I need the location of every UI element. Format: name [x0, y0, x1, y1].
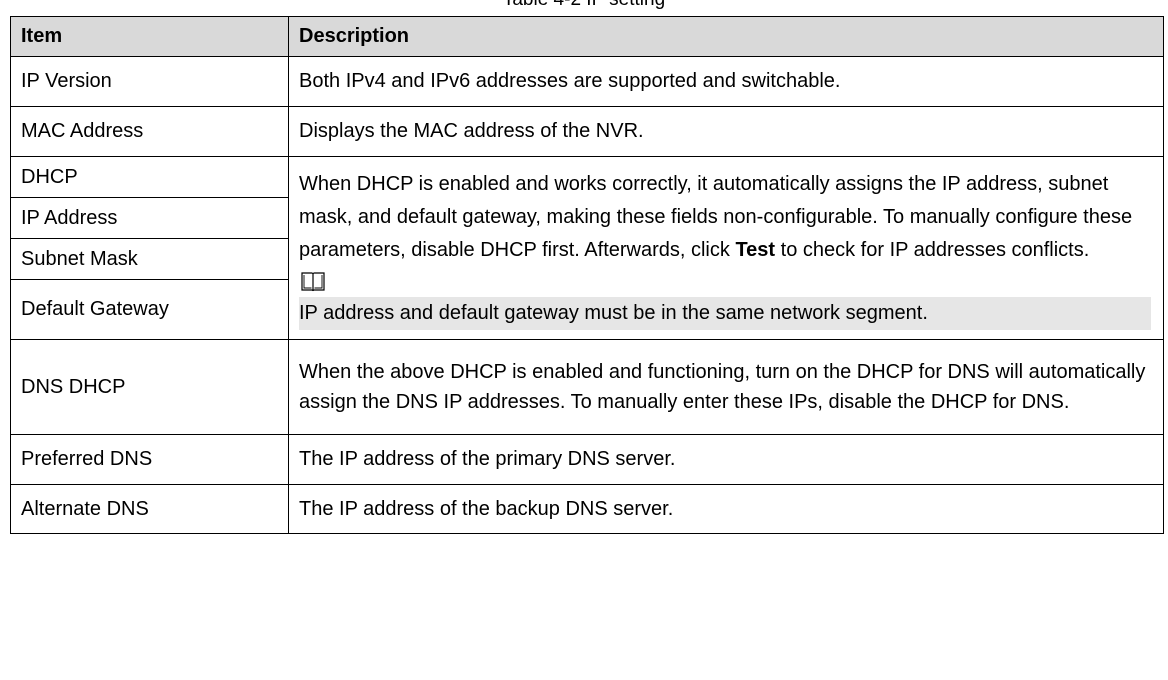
table-row: Alternate DNS The IP address of the back…: [10, 484, 1164, 534]
merged-description-cell: When DHCP is enabled and works correctly…: [288, 156, 1164, 340]
description-text-end: to check for IP addresses conflicts.: [775, 239, 1090, 261]
description-cell: When the above DHCP is enabled and funct…: [288, 339, 1164, 435]
table-header-row: Item Description: [10, 16, 1164, 57]
table-row: MAC Address Displays the MAC address of …: [10, 106, 1164, 157]
header-item: Item: [10, 16, 289, 57]
description-cell: The IP address of the backup DNS server.: [288, 484, 1164, 534]
item-cell: DNS DHCP: [10, 339, 289, 435]
item-cell: IP Version: [10, 56, 289, 107]
header-description: Description: [288, 16, 1164, 57]
item-cell: Alternate DNS: [10, 484, 289, 534]
table-row: Preferred DNS The IP address of the prim…: [10, 434, 1164, 485]
description-cell: Displays the MAC address of the NVR.: [288, 106, 1164, 157]
item-cell: Preferred DNS: [10, 434, 289, 485]
note-book-icon: [301, 272, 325, 292]
test-keyword: Test: [735, 239, 776, 261]
table-row: IP Version Both IPv4 and IPv6 addresses …: [10, 56, 1164, 107]
item-cell: MAC Address: [10, 106, 289, 157]
note-text: IP address and default gateway must be i…: [299, 297, 1151, 330]
description-cell: The IP address of the primary DNS server…: [288, 434, 1164, 485]
dns-description: When the above DHCP is enabled and funct…: [299, 361, 1146, 413]
item-cell: Subnet Mask: [10, 238, 289, 280]
ip-setting-table: Item Description IP Version Both IPv4 an…: [10, 16, 1164, 534]
item-cell: DHCP: [10, 156, 289, 198]
item-cell: IP Address: [10, 197, 289, 239]
table-caption: Table 4-2 IP setting: [0, 0, 1168, 10]
table-row: DHCP When DHCP is enabled and works corr…: [10, 156, 1164, 340]
item-cell: Default Gateway: [10, 279, 289, 340]
description-cell: Both IPv4 and IPv6 addresses are support…: [288, 56, 1164, 107]
merged-description: When DHCP is enabled and works correctly…: [299, 166, 1153, 330]
table-row: DNS DHCP When the above DHCP is enabled …: [10, 339, 1164, 435]
